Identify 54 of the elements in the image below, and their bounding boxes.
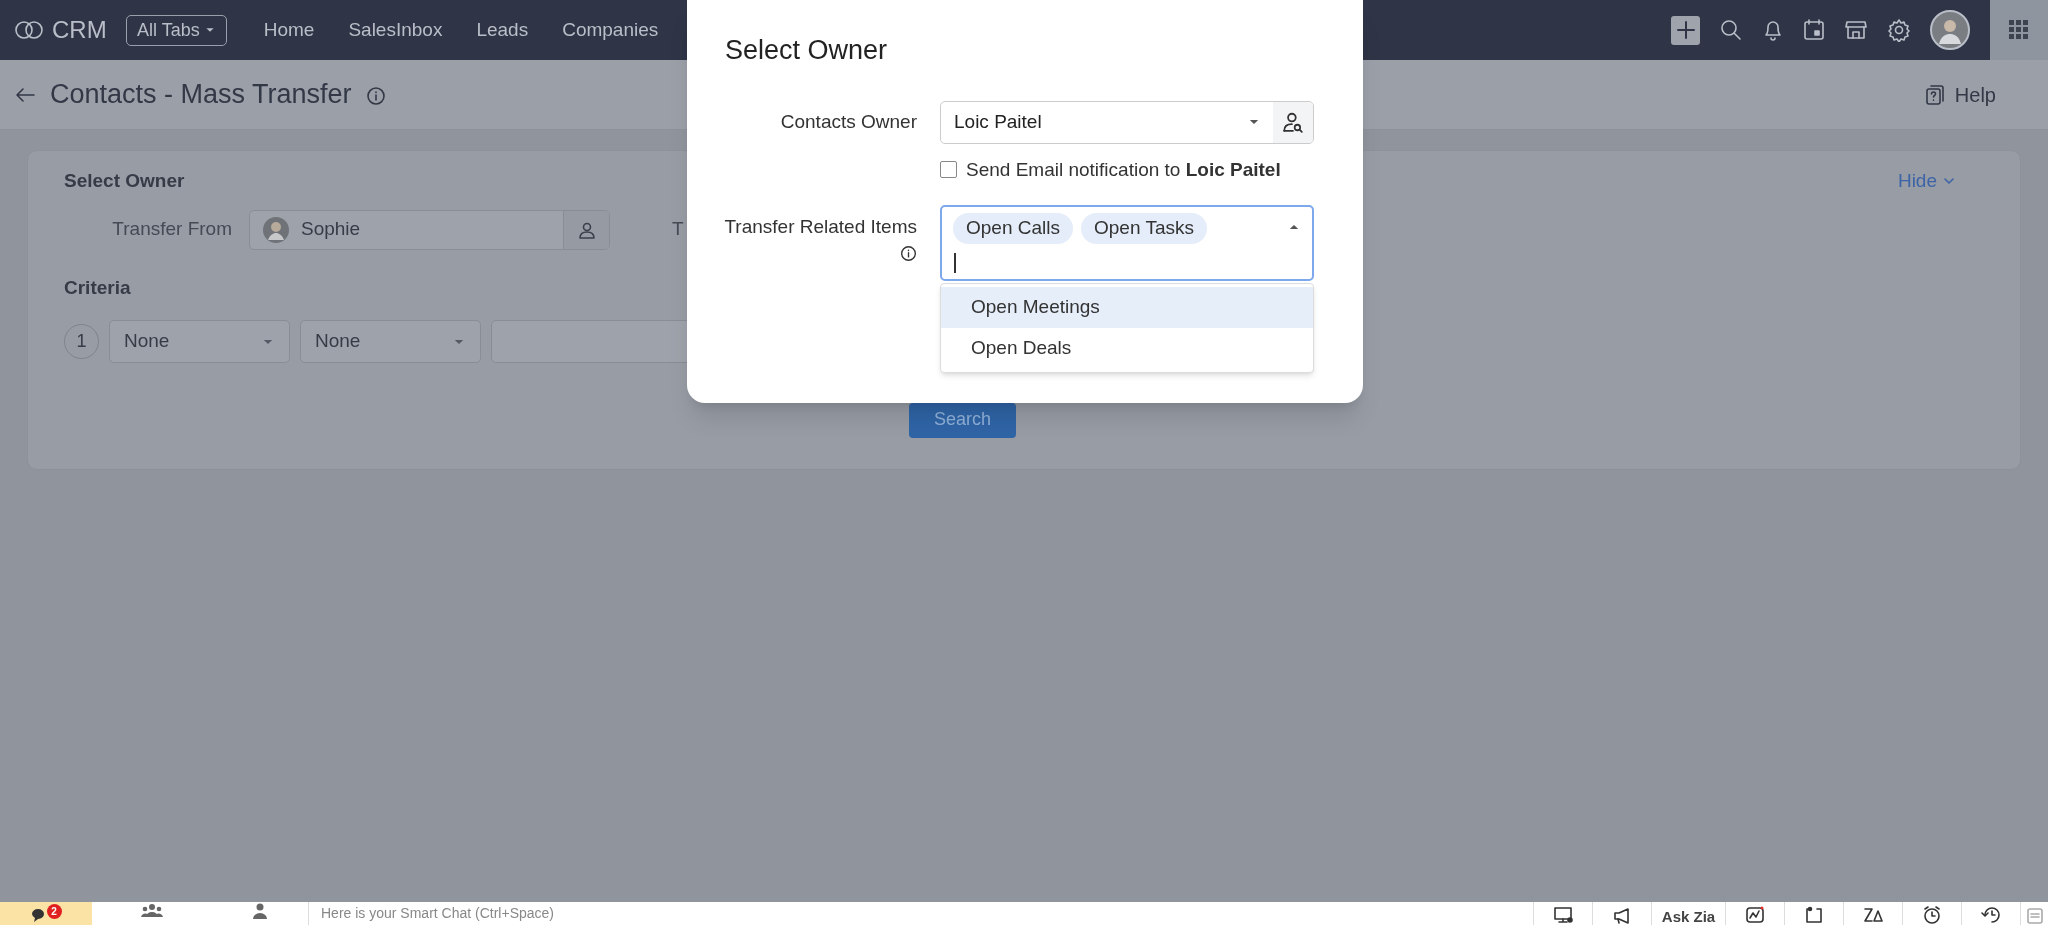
selected-tag[interactable]: Open Tasks: [1081, 213, 1207, 244]
page-title: Contacts - Mass Transfer: [50, 78, 352, 112]
section-title: Criteria: [64, 275, 131, 300]
nav-tab[interactable]: Leads: [459, 15, 546, 45]
ask-zia-button[interactable]: Ask Zia: [1661, 902, 1716, 925]
nav-tab[interactable]: Companies: [545, 15, 676, 45]
settings-icon[interactable]: [1887, 18, 1911, 42]
user-search-icon: [1282, 111, 1304, 133]
dropdown-option[interactable]: Open Deals: [941, 328, 1313, 369]
bell-icon[interactable]: [1762, 18, 1784, 42]
screen-user-icon[interactable]: [1553, 905, 1573, 925]
avatar[interactable]: [1930, 10, 1970, 50]
checkbox-label: Send Email notification to Loic Paitel: [966, 157, 1281, 182]
triangle-icon[interactable]: [1863, 905, 1883, 925]
help-icon: [1924, 83, 1945, 106]
field-label: Transfer Related Items: [724, 215, 917, 239]
nav-tab[interactable]: SalesInbox: [331, 15, 460, 45]
chat-icon[interactable]: [30, 907, 47, 923]
nav-tab[interactable]: Home: [246, 15, 332, 45]
calendar-icon[interactable]: [1803, 18, 1825, 42]
section-title: Select Owner: [64, 169, 185, 193]
info-icon[interactable]: [900, 244, 917, 262]
selected-tag[interactable]: Open Calls: [953, 213, 1073, 244]
add-button[interactable]: [1671, 15, 1700, 45]
criteria-dropdown[interactable]: None: [109, 320, 290, 363]
help-link[interactable]: Help: [1924, 79, 1996, 110]
plus-icon: [1675, 20, 1696, 40]
modal-title: Select Owner: [725, 34, 888, 67]
apps-grid-icon[interactable]: [2009, 20, 2029, 40]
alarm-clock-icon[interactable]: [1922, 905, 1942, 925]
field-label: Transfer From: [111, 217, 233, 242]
field-label: Contacts Owner: [779, 109, 918, 134]
bracket-icon[interactable]: [1804, 905, 1824, 925]
store-icon[interactable]: [1844, 18, 1868, 42]
smart-chat-field[interactable]: Here is your Smart Chat (Ctrl+Space): [308, 902, 1533, 925]
megaphone-icon[interactable]: [1612, 905, 1632, 925]
owner-dropdown[interactable]: Loic Paitel: [940, 100, 1314, 144]
group-icon[interactable]: [141, 903, 163, 919]
logo-icon: [14, 20, 44, 40]
logo-text: CRM: [52, 15, 107, 45]
text-cursor: [954, 253, 956, 273]
person-icon[interactable]: [252, 903, 268, 919]
checkbox[interactable]: [940, 161, 957, 179]
all-tabs-button[interactable]: All Tabs: [126, 14, 227, 46]
criteria-dropdown[interactable]: None: [300, 320, 481, 363]
field-label: T: [672, 217, 684, 242]
transfer-from-field[interactable]: Sophie: [249, 209, 610, 250]
search-icon[interactable]: [1719, 18, 1743, 42]
dropdown-option[interactable]: Open Meetings: [941, 287, 1313, 328]
related-items-field[interactable]: Open Calls Open Tasks: [940, 205, 1314, 281]
avatar: [262, 215, 290, 244]
chart-icon[interactable]: [1745, 905, 1765, 925]
history-icon[interactable]: [1981, 905, 2001, 925]
notification-badge: 2: [46, 904, 62, 919]
